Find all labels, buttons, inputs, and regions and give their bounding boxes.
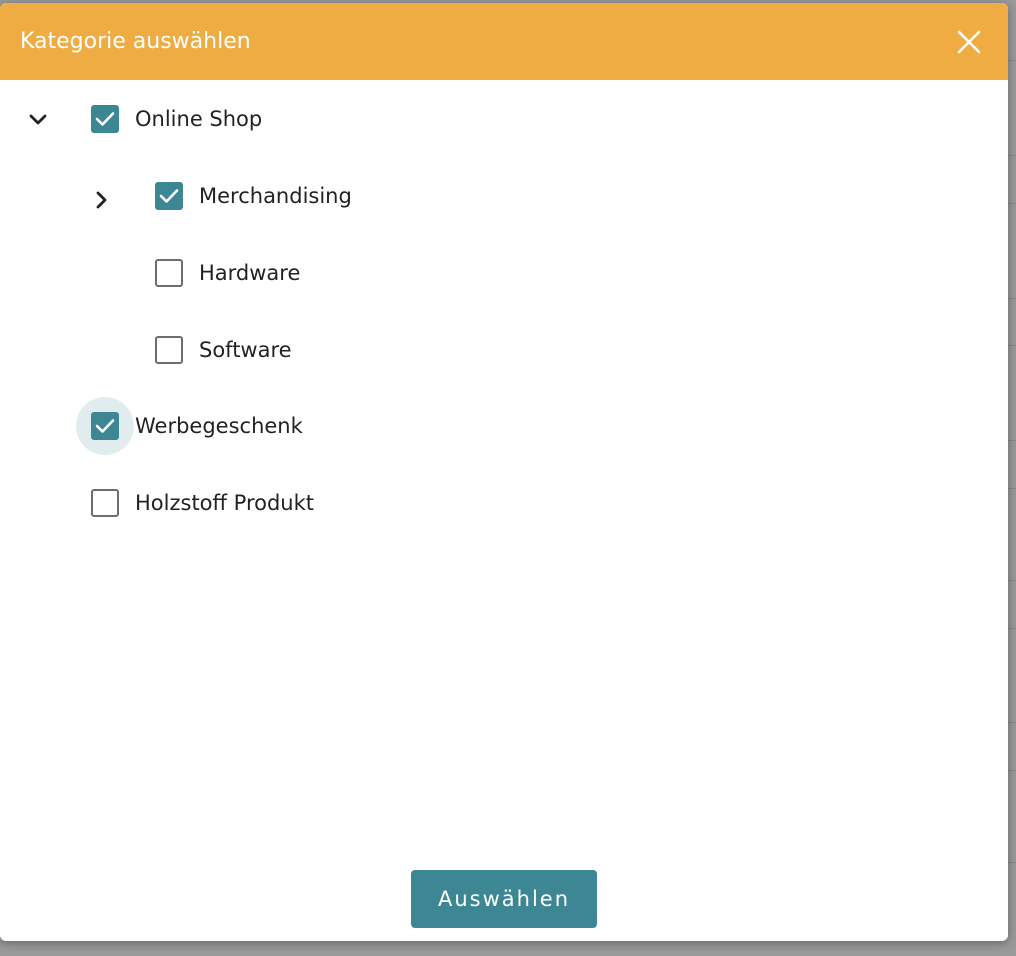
checkbox-holzstoff-produkt[interactable] [91,489,119,517]
tree-label-werbegeschenk[interactable]: Werbegeschenk [135,412,303,440]
checkmark-icon [95,112,115,126]
expand-toggle-online-shop[interactable] [26,108,50,132]
checkmark-icon [95,419,115,433]
dialog-title: Kategorie auswählen [20,29,251,54]
tree-label-holzstoff-produkt[interactable]: Holzstoff Produkt [135,489,314,517]
checkbox-software[interactable] [155,336,183,364]
chevron-right-icon [96,191,107,209]
checkbox-werbegeschenk[interactable] [91,412,119,440]
checkbox-merchandising[interactable] [155,182,183,210]
tree-label-online-shop[interactable]: Online Shop [135,105,262,133]
tree-label-merchandising[interactable]: Merchandising [199,182,352,210]
close-icon [957,30,981,54]
dialog-header: Kategorie auswählen [0,3,1008,80]
checkmark-icon [159,189,179,203]
chevron-down-icon [29,114,47,125]
tree-label-software[interactable]: Software [199,336,292,364]
checkbox-hardware[interactable] [155,259,183,287]
close-button[interactable] [952,25,986,59]
category-dialog: Kategorie auswählen Online Shop Merchand… [0,3,1008,941]
tree-label-hardware[interactable]: Hardware [199,259,300,287]
checkbox-online-shop[interactable] [91,105,119,133]
select-button[interactable]: Auswählen [411,870,597,928]
expand-toggle-merchandising[interactable] [89,188,113,212]
